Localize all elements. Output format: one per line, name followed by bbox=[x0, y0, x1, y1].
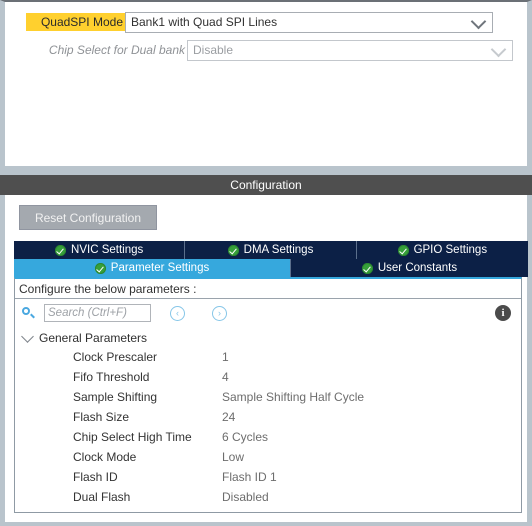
parameter-value: Sample Shifting Half Cycle bbox=[222, 390, 365, 404]
chip-select-dual-bank-dropdown[interactable]: Disable bbox=[187, 39, 513, 61]
table-row[interactable]: Chip Select High Time 6 Cycles bbox=[15, 427, 521, 447]
check-circle-icon bbox=[227, 244, 239, 256]
table-row[interactable]: Dual Flash Disabled bbox=[15, 487, 521, 507]
tab-row-secondary: Parameter Settings User Constants bbox=[14, 259, 528, 277]
chevron-down-icon bbox=[470, 13, 487, 30]
quadspi-mode-row: QuadSPI Mode Bank1 with Quad SPI Lines bbox=[26, 11, 493, 33]
chip-select-dual-bank-value: Disable bbox=[193, 43, 234, 57]
quadspi-mode-panel: QuadSPI Mode Bank1 with Quad SPI Lines C… bbox=[0, 0, 532, 166]
search-input[interactable] bbox=[44, 304, 151, 322]
configuration-body: Reset Configuration NVIC Settings DMA Se… bbox=[0, 195, 532, 526]
table-row[interactable]: Clock Mode Low bbox=[15, 447, 521, 467]
parameter-name: Fifo Threshold bbox=[73, 370, 150, 384]
tab-nvic-settings[interactable]: NVIC Settings bbox=[14, 241, 186, 259]
nav-forward-glyph: › bbox=[218, 307, 221, 318]
chevron-down-icon bbox=[490, 41, 507, 58]
nav-forward-icon[interactable]: › bbox=[212, 305, 227, 321]
nav-back-icon[interactable]: ‹ bbox=[170, 305, 185, 321]
tab-gpio-settings-label: GPIO Settings bbox=[413, 244, 488, 256]
parameter-name: Clock Mode bbox=[73, 450, 137, 464]
panel-separator bbox=[0, 166, 532, 175]
parameter-name: Clock Prescaler bbox=[73, 350, 158, 364]
quadspi-mode-dropdown[interactable]: Bank1 with Quad SPI Lines bbox=[125, 11, 493, 33]
check-circle-icon bbox=[361, 262, 373, 274]
parameter-name: Flash Size bbox=[73, 410, 130, 424]
tab-dma-settings[interactable]: DMA Settings bbox=[185, 241, 357, 259]
configure-instruction-text: Configure the below parameters : bbox=[19, 281, 197, 296]
search-icon bbox=[21, 306, 35, 320]
parameter-value: 4 bbox=[222, 370, 229, 384]
table-row[interactable]: Fifo Threshold 4 bbox=[15, 367, 521, 387]
reset-configuration-button[interactable]: Reset Configuration bbox=[19, 205, 157, 230]
parameter-name: Chip Select High Time bbox=[73, 430, 192, 444]
parameter-name: Flash ID bbox=[73, 470, 118, 484]
chevron-down-icon bbox=[21, 329, 34, 343]
configuration-title: Configuration bbox=[230, 178, 302, 192]
search-toolbar: ‹ › i bbox=[15, 299, 521, 327]
parameter-group-label: General Parameters bbox=[39, 331, 148, 345]
quadspi-mode-label: QuadSPI Mode bbox=[26, 13, 125, 31]
reset-configuration-label: Reset Configuration bbox=[34, 210, 142, 225]
parameter-tree: General Parameters Clock Prescaler 1 Fif… bbox=[15, 327, 521, 507]
tab-dma-settings-label: DMA Settings bbox=[243, 244, 314, 256]
table-row[interactable]: Clock Prescaler 1 bbox=[15, 347, 521, 367]
info-glyph: i bbox=[501, 307, 505, 319]
tab-row-primary: NVIC Settings DMA Settings GPIO Settings bbox=[14, 241, 528, 259]
parameter-name: Sample Shifting bbox=[73, 390, 158, 404]
parameter-value: 1 bbox=[222, 350, 229, 364]
parameter-value: Low bbox=[222, 450, 245, 464]
tab-parameter-settings[interactable]: Parameter Settings bbox=[14, 259, 291, 277]
check-circle-icon bbox=[55, 244, 67, 256]
parameter-settings-panel: Configure the below parameters : ‹ › i G… bbox=[14, 277, 522, 513]
parameter-name: Dual Flash bbox=[73, 490, 131, 504]
configuration-header: Configuration bbox=[0, 175, 532, 195]
configure-instruction-bar: Configure the below parameters : bbox=[15, 279, 521, 299]
quadspi-mode-value: Bank1 with Quad SPI Lines bbox=[131, 15, 278, 29]
chip-select-dual-bank-label: Chip Select for Dual bank bbox=[48, 43, 185, 57]
nav-back-glyph: ‹ bbox=[176, 307, 179, 318]
parameter-value: Flash ID 1 bbox=[222, 470, 277, 484]
tab-user-constants[interactable]: User Constants bbox=[291, 259, 528, 277]
tab-gpio-settings[interactable]: GPIO Settings bbox=[356, 241, 528, 259]
tab-nvic-settings-label: NVIC Settings bbox=[71, 244, 144, 256]
check-circle-icon bbox=[397, 244, 409, 256]
tab-user-constants-label: User Constants bbox=[377, 262, 458, 274]
table-row[interactable]: Sample Shifting Sample Shifting Half Cyc… bbox=[15, 387, 521, 407]
parameter-group-general[interactable]: General Parameters bbox=[15, 329, 521, 347]
chip-select-dual-bank-row: Chip Select for Dual bank Disable bbox=[26, 39, 513, 61]
table-row[interactable]: Flash Size 24 bbox=[15, 407, 521, 427]
parameter-value: 24 bbox=[222, 410, 236, 424]
tab-parameter-settings-label: Parameter Settings bbox=[110, 262, 210, 274]
parameter-value: Disabled bbox=[222, 490, 269, 504]
check-circle-icon bbox=[94, 262, 106, 274]
table-row[interactable]: Flash ID Flash ID 1 bbox=[15, 467, 521, 487]
parameter-value: 6 Cycles bbox=[222, 430, 269, 444]
info-icon[interactable]: i bbox=[495, 305, 511, 321]
